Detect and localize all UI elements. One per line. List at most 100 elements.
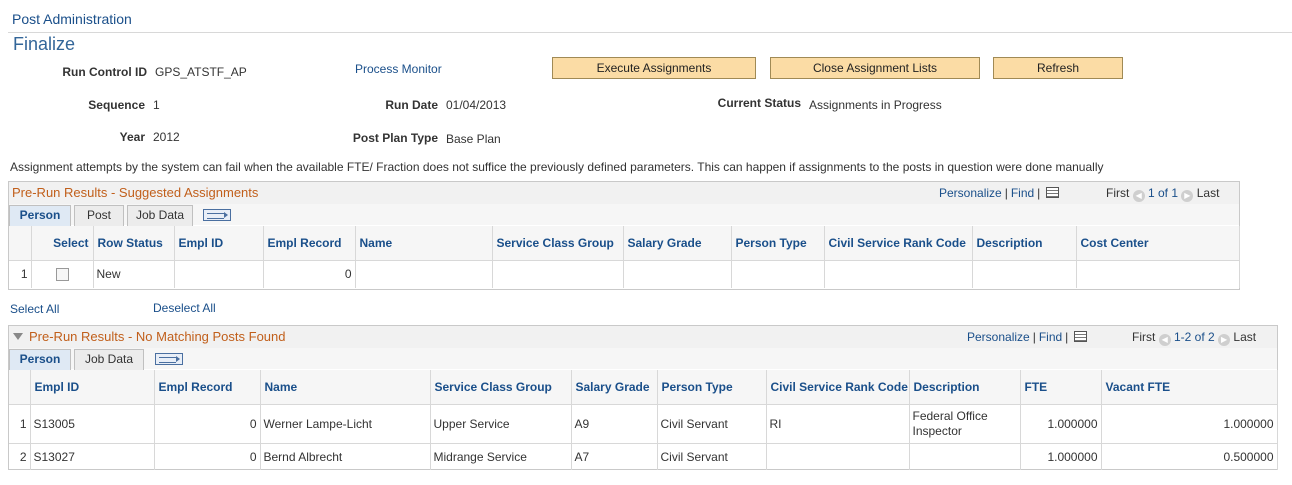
tab-post[interactable]: Post bbox=[74, 205, 124, 226]
rank-code-cell bbox=[766, 442, 910, 470]
tab-person[interactable]: Person bbox=[9, 349, 71, 370]
column-header-empl-record[interactable]: Empl Record bbox=[263, 226, 356, 260]
select-cell bbox=[31, 259, 94, 288]
empl-id-cell bbox=[174, 259, 264, 288]
no-matching-posts-grid: Pre-Run Results - No Matching Posts Foun… bbox=[8, 325, 1278, 470]
column-header-salary-grade[interactable]: Salary Grade bbox=[623, 226, 732, 260]
next-icon[interactable]: ▶ bbox=[1181, 190, 1194, 202]
column-header-row-status[interactable]: Row Status bbox=[93, 226, 175, 260]
show-all-columns-icon[interactable] bbox=[155, 353, 183, 365]
deselect-all-link[interactable]: Deselect All bbox=[153, 301, 216, 315]
description-cell bbox=[909, 442, 1021, 470]
grid-title: Pre-Run Results - Suggested Assignments bbox=[12, 185, 259, 200]
download-spreadsheet-icon[interactable] bbox=[1046, 187, 1060, 198]
suggested-assignments-table: Select Row Status Empl ID Empl Record Na… bbox=[9, 226, 1240, 288]
fte-cell: 1.000000 bbox=[1020, 442, 1102, 470]
show-all-columns-icon[interactable] bbox=[203, 209, 231, 221]
empl-id-cell: S13027 bbox=[30, 442, 155, 470]
last-label: Last bbox=[1196, 186, 1220, 200]
column-header-service-class-group[interactable]: Service Class Group bbox=[430, 370, 572, 404]
empl-id-cell: S13005 bbox=[30, 403, 155, 443]
select-checkbox[interactable] bbox=[55, 268, 69, 282]
service-class-group-cell bbox=[492, 259, 624, 288]
column-header-salary-grade[interactable]: Salary Grade bbox=[571, 370, 658, 404]
nav-separator: | bbox=[1037, 186, 1041, 200]
column-header-rank-code[interactable]: Civil Service Rank Code bbox=[766, 370, 910, 404]
column-header-service-class-group[interactable]: Service Class Group bbox=[492, 226, 624, 260]
column-header-empl-record[interactable]: Empl Record bbox=[154, 370, 261, 404]
person-type-cell: Civil Servant bbox=[657, 403, 767, 443]
header-divider bbox=[8, 32, 1292, 33]
year-label: Year bbox=[119, 130, 145, 144]
column-header-description[interactable]: Description bbox=[972, 226, 1077, 260]
column-header-empl-id[interactable]: Empl ID bbox=[30, 370, 155, 404]
name-cell bbox=[355, 259, 493, 288]
cost-center-cell bbox=[1076, 259, 1240, 288]
column-header-fte[interactable]: FTE bbox=[1020, 370, 1102, 404]
name-cell: Werner Lampe-Licht bbox=[260, 403, 431, 443]
tab-job-data[interactable]: Job Data bbox=[74, 349, 144, 370]
empl-record-cell: 0 bbox=[154, 403, 261, 443]
process-monitor-link[interactable]: Process Monitor bbox=[355, 62, 442, 76]
grid-header: Pre-Run Results - Suggested Assignments … bbox=[9, 182, 1239, 204]
description-cell: Federal Office Inspector bbox=[909, 403, 1021, 443]
page-title: Finalize bbox=[13, 34, 76, 54]
next-icon[interactable]: ▶ bbox=[1218, 334, 1231, 346]
service-class-group-cell: Upper Service bbox=[430, 403, 572, 443]
previous-icon[interactable]: ◀ bbox=[1132, 190, 1145, 202]
nav-separator: | bbox=[1065, 330, 1069, 344]
grid-navigation: Personalize | Find | First ◀ 1-2 of 2 ▶ Las… bbox=[967, 330, 1256, 346]
suggested-assignments-grid: Pre-Run Results - Suggested Assignments … bbox=[8, 181, 1240, 290]
table-header-row: Empl ID Empl Record Name Service Class G… bbox=[9, 370, 1278, 404]
refresh-button[interactable]: Refresh bbox=[993, 57, 1123, 79]
tab-person[interactable]: Person bbox=[9, 205, 71, 226]
row-range: 1 of 1 bbox=[1148, 186, 1179, 200]
grid-tabs: Person Job Data bbox=[9, 348, 1277, 370]
grid-title: Pre-Run Results - No Matching Posts Foun… bbox=[13, 329, 286, 344]
find-link[interactable]: Find bbox=[1011, 186, 1034, 200]
nav-separator: | bbox=[1032, 330, 1036, 344]
row-number: 1 bbox=[9, 259, 32, 288]
salary-grade-cell: A9 bbox=[571, 403, 658, 443]
previous-icon[interactable]: ◀ bbox=[1158, 334, 1171, 346]
assignment-notice: Assignment attempts by the system can fa… bbox=[10, 160, 1104, 174]
select-all-link[interactable]: Select All bbox=[10, 302, 59, 316]
table-row: 1 S13005 0 Werner Lampe-Licht Upper Serv… bbox=[9, 403, 1278, 443]
personalize-link[interactable]: Personalize bbox=[967, 330, 1030, 344]
download-spreadsheet-icon[interactable] bbox=[1074, 331, 1088, 342]
execute-assignments-button[interactable]: Execute Assignments bbox=[552, 57, 756, 79]
post-plan-type-value: Base Plan bbox=[446, 132, 501, 146]
empl-record-cell: 0 bbox=[263, 259, 356, 288]
find-link[interactable]: Find bbox=[1039, 330, 1062, 344]
close-assignment-lists-button[interactable]: Close Assignment Lists bbox=[770, 57, 980, 79]
collapse-icon[interactable] bbox=[13, 333, 23, 340]
grid-navigation: Personalize | Find | First ◀ 1 of 1 ▶ Last bbox=[939, 186, 1219, 202]
salary-grade-cell: A7 bbox=[571, 442, 658, 470]
personalize-link[interactable]: Personalize bbox=[939, 186, 1002, 200]
grid-tabs: Person Post Job Data bbox=[9, 204, 1239, 226]
column-header-cost-center[interactable]: Cost Center bbox=[1076, 226, 1240, 260]
run-date-label: Run Date bbox=[385, 98, 438, 112]
grid-title-text: Pre-Run Results - No Matching Posts Foun… bbox=[29, 329, 286, 344]
row-status-cell: New bbox=[93, 259, 175, 288]
column-header-row-number bbox=[9, 226, 32, 260]
empl-record-cell: 0 bbox=[154, 442, 261, 470]
table-row: 1 New 0 bbox=[9, 259, 1240, 288]
column-header-empl-id[interactable]: Empl ID bbox=[174, 226, 264, 260]
column-header-select[interactable]: Select bbox=[31, 226, 94, 260]
tab-job-data[interactable]: Job Data bbox=[127, 205, 193, 226]
column-header-name[interactable]: Name bbox=[260, 370, 431, 404]
breadcrumb-post-administration[interactable]: Post Administration bbox=[12, 11, 132, 27]
run-control-id-value: GPS_ATSTF_AP bbox=[155, 65, 247, 79]
column-header-vacant-fte[interactable]: Vacant FTE bbox=[1101, 370, 1278, 404]
column-header-description[interactable]: Description bbox=[909, 370, 1021, 404]
column-header-person-type[interactable]: Person Type bbox=[731, 226, 825, 260]
column-header-row-number bbox=[9, 370, 31, 404]
service-class-group-cell: Midrange Service bbox=[430, 442, 572, 470]
run-date-value: 01/04/2013 bbox=[446, 98, 507, 112]
column-header-person-type[interactable]: Person Type bbox=[657, 370, 767, 404]
column-header-name[interactable]: Name bbox=[355, 226, 493, 260]
row-number: 1 bbox=[9, 403, 31, 443]
person-type-cell bbox=[731, 259, 825, 288]
column-header-rank-code[interactable]: Civil Service Rank Code bbox=[824, 226, 973, 260]
